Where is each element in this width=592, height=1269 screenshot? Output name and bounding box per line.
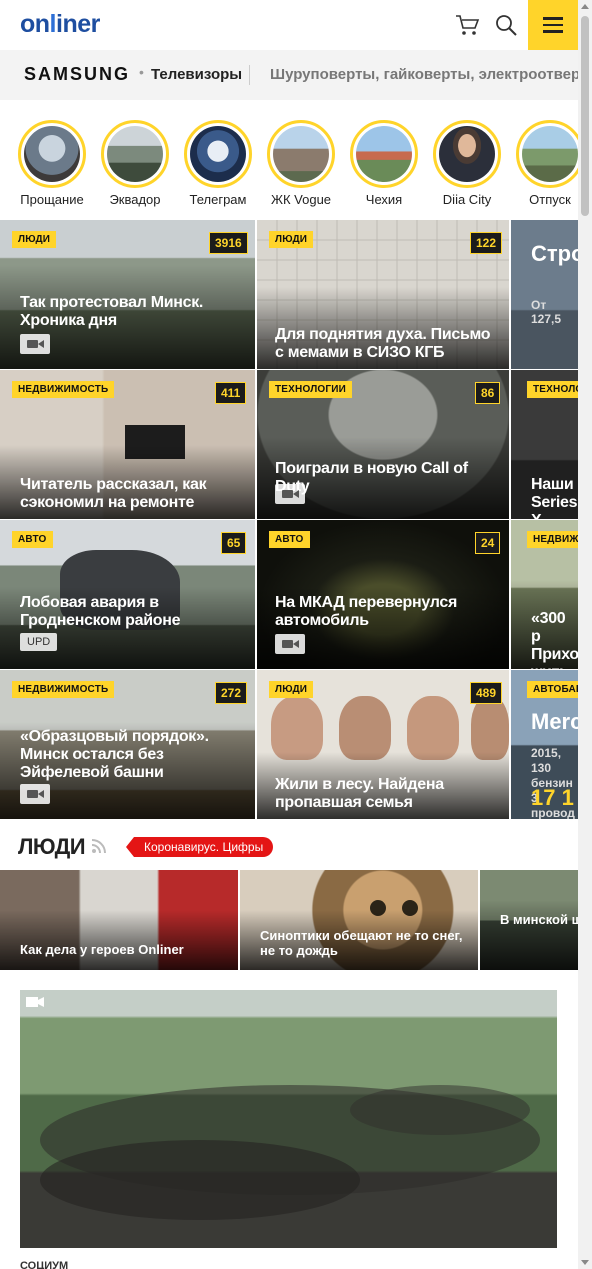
story-item[interactable]: Эквадор	[99, 120, 171, 207]
story-image	[273, 126, 329, 182]
search-icon[interactable]	[494, 13, 518, 37]
promo-bar: SAMSUNG • Телевизоры Шуруповерты, гайков…	[0, 50, 578, 100]
tile-title: Синоптики обещают не то снег, не то дожд…	[260, 928, 463, 958]
category-tag[interactable]: Авто	[269, 531, 310, 548]
tile-title: Наши Series X	[531, 476, 578, 519]
category-tag[interactable]: Авто	[12, 531, 53, 548]
news-tile[interactable]: Недвижимо «300 р Приход жить»	[511, 520, 578, 669]
tile-price: 17 1	[531, 785, 574, 810]
section-header: ЛЮДИ Коронавирус. Цифры	[0, 820, 578, 870]
tile-title: На МКАД перевернулся автомобиль	[275, 594, 458, 629]
tile-title: Для поднятия духа. Письмо с мемами в СИЗ…	[275, 326, 491, 361]
news-tile[interactable]: Как дела у героев Onliner	[0, 870, 238, 970]
category-tag[interactable]: Люди	[269, 231, 314, 248]
video-icon	[275, 484, 305, 504]
category-tag[interactable]: Автобарахо	[527, 681, 578, 698]
promo-category-drills[interactable]: Шуруповерты, гайковерты, электроотвертки	[270, 66, 578, 83]
story-item[interactable]: Отпуск	[514, 120, 578, 207]
hot-topic-tag[interactable]: Коронавирус. Цифры	[125, 837, 274, 857]
top-header: onliner	[0, 0, 578, 50]
rss-icon[interactable]	[92, 839, 106, 853]
story-item[interactable]: Чехия	[348, 120, 420, 207]
tile-title: «Образцовый порядок». Минск остался без …	[20, 728, 209, 781]
feature-article-image[interactable]	[20, 990, 557, 1248]
tile-title: Читатель рассказал, как сэкономил на рем…	[20, 476, 207, 511]
tile-subtitle: От 127,5	[531, 298, 562, 326]
comment-count: 3916	[209, 232, 248, 254]
story-image	[522, 126, 578, 182]
comment-count: 411	[215, 382, 247, 404]
news-tile[interactable]: Люди 489 Жили в лесу. Найдена пропавшая …	[257, 670, 509, 819]
comment-count: 122	[470, 232, 503, 254]
samsung-brand[interactable]: SAMSUNG	[24, 64, 130, 85]
category-tag[interactable]: Недвижимо	[527, 531, 578, 548]
video-camera-icon	[26, 997, 44, 1007]
category-tag[interactable]: Недвижимость	[12, 681, 115, 698]
news-tile[interactable]: Люди 122 Для поднятия духа. Письмо с мем…	[257, 220, 509, 369]
onliner-logo[interactable]: onliner	[20, 10, 100, 39]
category-tag[interactable]: Люди	[269, 681, 314, 698]
story-image	[107, 126, 163, 182]
comment-count: 65	[221, 532, 247, 554]
news-tile[interactable]: Технологии Наши Series X	[511, 370, 578, 519]
tile-title: Так протестовал Минск. Хроника дня	[20, 294, 204, 329]
page-scrollbar[interactable]	[578, 0, 592, 1269]
promo-tile[interactable]: Стро мико От 127,5	[511, 220, 578, 369]
story-image	[356, 126, 412, 182]
comment-count: 24	[475, 532, 501, 554]
story-item[interactable]: Телеграм	[182, 120, 254, 207]
news-tile[interactable]: Авто 65 Лобовая авария в Гродненском рай…	[0, 520, 255, 669]
scrollbar-thumb[interactable]	[581, 16, 589, 216]
tile-title: Merc	[531, 709, 578, 734]
video-icon	[20, 784, 50, 804]
news-tile[interactable]: Недвижимость 272 «Образцовый порядок». М…	[0, 670, 255, 819]
video-icon	[20, 334, 50, 354]
menu-button[interactable]	[528, 0, 578, 50]
video-icon	[275, 634, 305, 654]
tile-title: «300 р Приход жить»	[531, 610, 578, 669]
promo-tile[interactable]: Автобарахо Merc 2015, 130 бензин 3 прово…	[511, 670, 578, 819]
page: onliner SAMSUNG • Телевизоры Шуруповерты…	[0, 0, 592, 1269]
promo-category-tv[interactable]: Телевизоры	[151, 66, 242, 83]
news-tile[interactable]: Люди 3916 Так протестовал Минск. Хроника…	[0, 220, 255, 369]
news-tile[interactable]: Синоптики обещают не то снег, не то дожд…	[240, 870, 478, 970]
news-tile[interactable]: Авто 24 На МКАД перевернулся автомобиль	[257, 520, 509, 669]
category-tag[interactable]: Технологии	[527, 381, 578, 398]
cart-icon[interactable]	[454, 13, 480, 37]
story-item[interactable]: Diia City	[431, 120, 503, 207]
story-item[interactable]: Прощание	[16, 120, 88, 207]
tile-title: Жили в лесу. Найдена пропавшая семья	[275, 776, 444, 811]
tile-title: Лобовая авария в Гродненском районе	[20, 594, 181, 629]
comment-count: 272	[215, 682, 248, 704]
tile-title: Поиграли в новую Call of Duty	[275, 460, 468, 495]
news-tile[interactable]: Технологии 86 Поиграли в новую Call of D…	[257, 370, 509, 519]
comment-count: 489	[470, 682, 503, 704]
hamburger-icon	[543, 17, 563, 20]
comment-count: 86	[475, 382, 501, 404]
category-tag[interactable]: Люди	[12, 231, 57, 248]
tile-title: В минской ш отравление. госпитализи	[500, 912, 578, 927]
news-tile[interactable]: Недвижимость 411 Читатель рассказал, как…	[0, 370, 255, 519]
category-tag[interactable]: Технологии	[269, 381, 353, 398]
tile-title: Стро мико	[531, 241, 578, 266]
story-item[interactable]: ЖК Vogue	[265, 120, 337, 207]
news-tile[interactable]: В минской ш отравление. госпитализи	[480, 870, 578, 970]
section-title[interactable]: ЛЮДИ	[18, 834, 86, 860]
stories-row: Прощание Эквадор Телеграм ЖК Vogue Чехия…	[0, 100, 578, 220]
story-image	[190, 126, 246, 182]
story-image	[439, 126, 495, 182]
feature-category[interactable]: СОЦИУМ	[20, 1260, 68, 1269]
category-tag[interactable]: Недвижимость	[12, 381, 115, 398]
update-badge: UPD	[20, 633, 58, 651]
tile-title: Как дела у героев Onliner	[20, 942, 184, 957]
story-image	[24, 126, 80, 182]
